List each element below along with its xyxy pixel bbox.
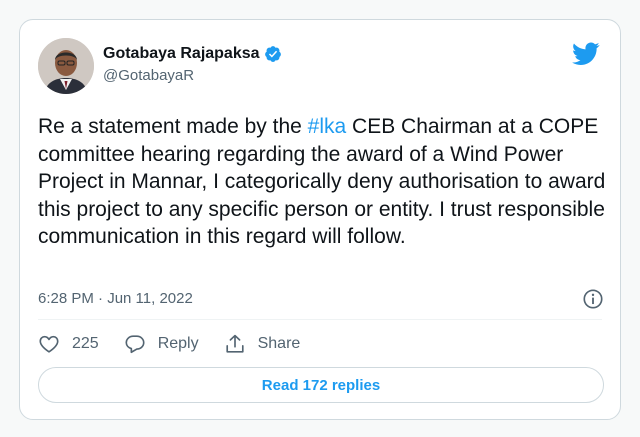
reply-bubble-icon <box>125 335 145 354</box>
display-name[interactable]: Gotabaya Rajapaksa <box>103 45 260 63</box>
hashtag-link[interactable]: #lka <box>308 115 347 138</box>
read-replies-button[interactable]: Read 172 replies <box>38 367 604 403</box>
verified-badge-icon <box>264 46 281 62</box>
twitter-bird-icon[interactable] <box>572 42 600 66</box>
divider <box>38 319 602 320</box>
author-block: Gotabaya Rajapaksa @GotabayaR <box>103 44 282 84</box>
tweet-text-start: Re a statement made by the <box>38 115 308 138</box>
avatar[interactable] <box>38 38 94 94</box>
tweet-card: Gotabaya Rajapaksa @GotabayaR Re a state… <box>19 19 621 420</box>
profile-photo <box>38 38 94 94</box>
action-bar: 225 Reply Share <box>38 330 325 358</box>
share-label: Share <box>257 335 301 352</box>
timestamp[interactable]: 6:28 PM · Jun 11, 2022 <box>38 290 193 307</box>
share-icon <box>225 334 244 353</box>
tweet-meta: 6:28 PM · Jun 11, 2022 <box>38 288 604 310</box>
like-button[interactable]: 225 <box>38 333 99 355</box>
reply-button[interactable]: Reply <box>124 333 199 355</box>
user-handle[interactable]: @GotabayaR <box>103 67 282 84</box>
info-icon[interactable] <box>582 288 604 310</box>
like-count: 225 <box>72 335 99 352</box>
heart-icon <box>39 335 59 353</box>
share-button[interactable]: Share <box>224 333 301 355</box>
reply-label: Reply <box>157 335 199 352</box>
tweet-text: Re a statement made by the #lka CEB Chai… <box>38 113 608 251</box>
